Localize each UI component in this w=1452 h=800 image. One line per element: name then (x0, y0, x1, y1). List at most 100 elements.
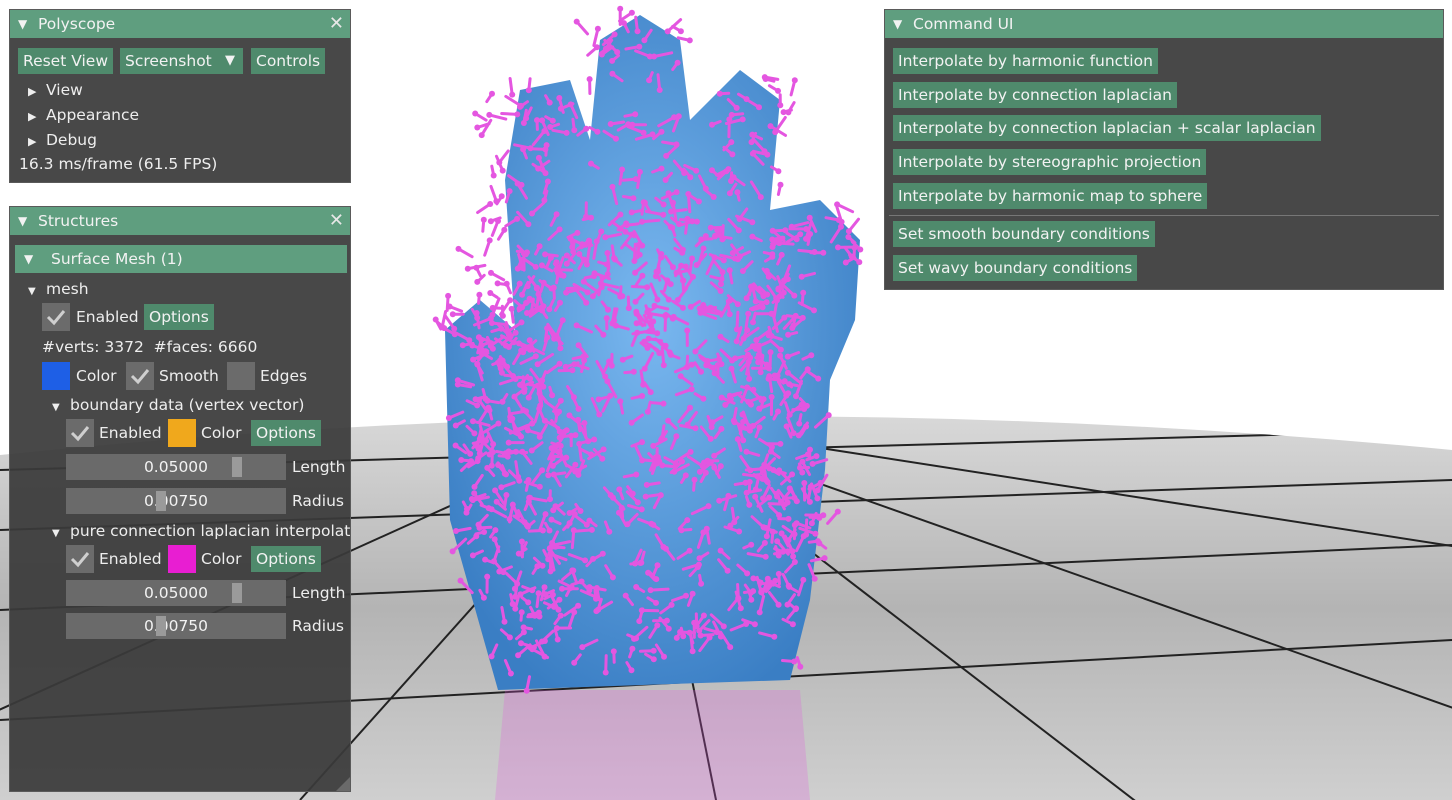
collapse-triangle-icon[interactable]: ▼ (18, 10, 27, 38)
vector-arrow-head (504, 453, 511, 460)
collapse-triangle-icon: ▼ (52, 402, 60, 413)
structures-titlebar[interactable]: ▼ Structures ✕ (10, 207, 350, 235)
vector-arrow-head (519, 448, 526, 455)
smooth-label: Smooth (159, 367, 219, 385)
laplacian-length-slider[interactable]: 0.05000 (66, 580, 286, 606)
mesh-tree-node[interactable]: ▼ mesh (28, 278, 89, 303)
vector-arrow-head (572, 432, 579, 439)
vector-arrow-head (814, 495, 821, 502)
vector-arrow-head (518, 538, 525, 545)
vector-arrow-head (749, 131, 756, 138)
vector-arrow-head (463, 509, 470, 516)
vector-arrow-head (535, 590, 542, 597)
mesh-color-swatch[interactable] (42, 362, 70, 390)
laplacian-radius-slider[interactable]: 0.00750 (66, 613, 286, 639)
collapse-triangle-icon: ▼ (28, 286, 36, 297)
reset-view-button[interactable]: Reset View (18, 48, 114, 74)
vector-arrow-head (789, 621, 796, 628)
collapse-triangle-icon[interactable]: ▼ (18, 207, 27, 235)
vector-arrow-head (619, 356, 626, 363)
slider-grab-handle[interactable] (232, 457, 242, 477)
interpolate-stereographic-projection-button[interactable]: Interpolate by stereographic projection (893, 149, 1207, 175)
vector-arrow-head (503, 471, 509, 478)
vector-arrow-head (488, 653, 495, 660)
laplacian-options-button[interactable]: Options (251, 546, 321, 572)
vector-arrow-head (646, 53, 653, 60)
boundary-options-button[interactable]: Options (251, 420, 321, 446)
vector-arrow-head (480, 216, 487, 223)
mesh-enabled-checkbox[interactable] (42, 303, 70, 331)
laplacian-enabled-checkbox[interactable] (66, 545, 94, 573)
vector-arrow-head (694, 564, 701, 570)
vector-arrow-head (798, 401, 805, 408)
vector-arrow-head (647, 389, 654, 396)
quantity-boundary-data-node[interactable]: ▼ boundary data (vertex vector) (52, 394, 304, 419)
collapse-triangle-icon[interactable]: ▼ (893, 10, 902, 38)
vector-arrow-head (481, 529, 488, 535)
laplacian-color-swatch[interactable] (168, 545, 196, 573)
vector-arrow-head (857, 246, 864, 253)
interpolate-connection-scalar-laplacian-button[interactable]: Interpolate by connection laplacian + sc… (893, 115, 1321, 141)
vector-arrow-head (707, 224, 714, 231)
expand-triangle-icon: ▶ (28, 85, 37, 98)
vector-arrow-head (503, 492, 510, 498)
vector-arrow-head (658, 251, 665, 257)
resize-grip-icon[interactable] (336, 777, 350, 791)
vector-arrow-head (535, 154, 542, 161)
slider-grab-handle[interactable] (232, 583, 242, 603)
boundary-radius-slider[interactable]: 0.00750 (66, 488, 286, 514)
vector-arrow-head (607, 392, 614, 399)
vector-arrow-head (777, 346, 784, 353)
vector-arrow-head (764, 151, 771, 158)
close-icon[interactable]: ✕ (329, 207, 344, 235)
vector-arrow-head (661, 653, 667, 660)
command-ui-titlebar[interactable]: ▼ Command UI (885, 10, 1443, 38)
vector-arrow-head (474, 458, 481, 465)
set-smooth-boundary-button[interactable]: Set smooth boundary conditions (893, 221, 1155, 247)
vector-arrow-head (643, 481, 650, 488)
vector-arrow-head (553, 211, 560, 218)
tree-debug[interactable]: ▶ Debug (28, 129, 97, 153)
vector-arrow-head (771, 372, 778, 379)
boundary-length-slider[interactable]: 0.05000 (66, 454, 286, 480)
vector-arrow-head (759, 304, 766, 311)
vector-arrow-head (760, 293, 767, 300)
smooth-checkbox[interactable] (126, 362, 154, 390)
edges-checkbox[interactable] (227, 362, 255, 390)
vector-arrow-head (718, 425, 725, 432)
vector-arrow-head (720, 623, 727, 630)
polyscope-titlebar[interactable]: ▼ Polyscope ✕ (10, 10, 350, 38)
vector-arrow-head (679, 458, 685, 465)
boundary-enabled-checkbox[interactable] (66, 419, 94, 447)
set-wavy-boundary-button[interactable]: Set wavy boundary conditions (893, 255, 1138, 281)
controls-button[interactable]: Controls (251, 48, 326, 74)
boundary-color-swatch[interactable] (168, 419, 196, 447)
boundary-length-label: Length (292, 458, 346, 476)
slider-grab-handle[interactable] (156, 616, 166, 636)
vector-arrow-head (756, 104, 762, 111)
screenshot-button[interactable]: Screenshot (120, 48, 217, 74)
vector-arrow-head (696, 555, 703, 562)
tree-appearance[interactable]: ▶ Appearance (28, 104, 139, 128)
screenshot-dropdown-button[interactable]: ▼ (217, 48, 243, 74)
vector-arrow-head (670, 313, 677, 320)
surface-mesh-header[interactable]: ▼ Surface Mesh (1) (15, 245, 347, 273)
vector-arrow-head (583, 125, 590, 132)
vector-arrow-head (504, 363, 511, 370)
mesh-options-button[interactable]: Options (144, 304, 214, 330)
interpolate-harmonic-function-button[interactable]: Interpolate by harmonic function (893, 48, 1158, 74)
interpolate-harmonic-map-sphere-button[interactable]: Interpolate by harmonic map to sphere (893, 183, 1208, 209)
interpolate-connection-laplacian-button[interactable]: Interpolate by connection laplacian (893, 82, 1177, 108)
slider-grab-handle[interactable] (156, 491, 166, 511)
vector-arrow-head (549, 117, 556, 124)
vector-arrow-head (493, 498, 500, 505)
vector-arrow-head (790, 430, 797, 437)
vector-arrow-head (499, 398, 506, 405)
vector-arrow-head (803, 423, 810, 430)
vector-arrow-head (766, 465, 773, 472)
tree-view[interactable]: ▶ View (28, 79, 83, 103)
vector-arrow-head (785, 390, 792, 397)
close-icon[interactable]: ✕ (329, 10, 344, 38)
quantity-laplacian-interpolation-node[interactable]: ▼ pure connection laplacian interpolatic (52, 520, 350, 545)
vector-arrow-head (571, 659, 578, 666)
